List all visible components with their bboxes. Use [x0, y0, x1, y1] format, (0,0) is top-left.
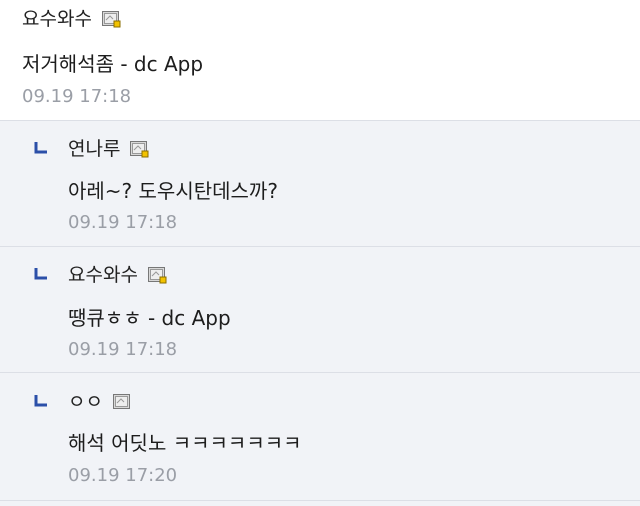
- reply-content: 아레~? 도우시탄데스까?: [68, 179, 278, 203]
- gallog-icon[interactable]: [130, 141, 149, 158]
- reply-author[interactable]: ㅇㅇ: [68, 393, 103, 412]
- comment-list: 요수와수 저거해석좀 - dc App 09.19 17:18 연나루 아레~?…: [0, 0, 640, 506]
- reply-item: 연나루 아레~? 도우시탄데스까? 09.19 17:18: [0, 121, 640, 247]
- gallog-icon[interactable]: [101, 11, 121, 28]
- reply-time: 09.19 17:20: [68, 465, 178, 486]
- comment-item: 요수와수 저거해석좀 - dc App 09.19 17:18: [0, 0, 640, 121]
- reply-arrow-icon: [34, 267, 48, 281]
- reply-author-line: ㅇㅇ: [68, 393, 132, 412]
- comment-time: 09.19 17:18: [22, 86, 132, 107]
- comment-content: 저거해석좀 - dc App: [22, 52, 204, 76]
- gallog-icon[interactable]: [112, 394, 132, 411]
- reply-arrow-icon: [34, 394, 48, 408]
- reply-author-line: 요수와수: [68, 266, 167, 285]
- gallog-icon[interactable]: [147, 267, 167, 284]
- comment-author-line: 요수와수: [22, 10, 121, 29]
- reply-author-line: 연나루: [68, 140, 149, 159]
- reply-author[interactable]: 연나루: [68, 140, 120, 159]
- reply-arrow-icon: [34, 141, 48, 155]
- reply-content: 땡큐ㅎㅎ - dc App: [68, 306, 231, 330]
- reply-item: 요수와수 땡큐ㅎㅎ - dc App 09.19 17:18: [0, 247, 640, 373]
- reply-author[interactable]: 요수와수: [68, 266, 138, 285]
- reply-content: 해석 어딧노 ㅋㅋㅋㅋㅋㅋㅋ: [68, 431, 302, 455]
- reply-time: 09.19 17:18: [68, 339, 178, 360]
- reply-time: 09.19 17:18: [68, 212, 178, 233]
- comment-author[interactable]: 요수와수: [22, 10, 92, 29]
- reply-item: ㅇㅇ 해석 어딧노 ㅋㅋㅋㅋㅋㅋㅋ 09.19 17:20: [0, 373, 640, 501]
